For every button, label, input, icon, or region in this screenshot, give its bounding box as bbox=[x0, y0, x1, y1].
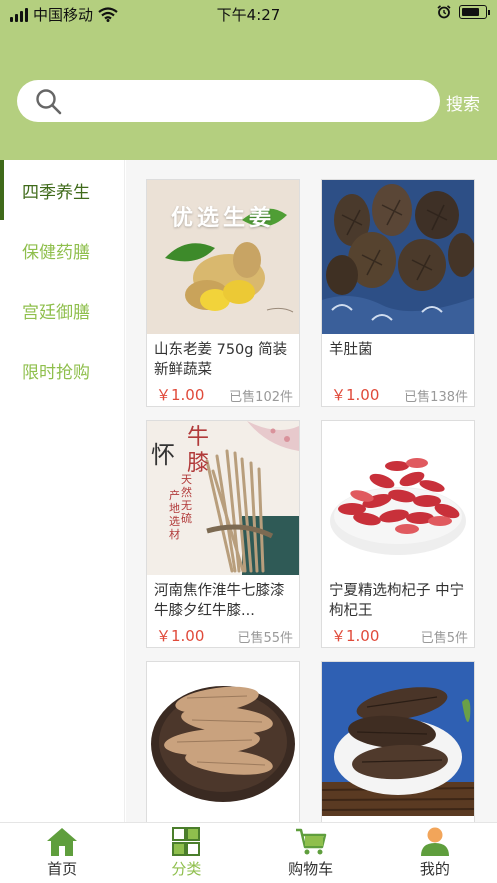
product-name: 羊肚菌 bbox=[329, 342, 373, 358]
product-card[interactable] bbox=[146, 661, 300, 822]
product-image bbox=[322, 662, 474, 816]
search-icon bbox=[36, 89, 62, 115]
product-sold-count: 已售5件 bbox=[420, 631, 468, 646]
battery-level bbox=[462, 8, 479, 16]
home-icon bbox=[47, 828, 78, 856]
sidebar-item-label: 四季养生 bbox=[22, 182, 90, 203]
sidebar-item-health[interactable]: 保健药膳 bbox=[0, 220, 124, 280]
sidebar-item-label: 宫廷御膳 bbox=[22, 302, 90, 323]
goji-berry-image bbox=[322, 421, 474, 575]
alarm-icon bbox=[437, 5, 451, 19]
status-right bbox=[437, 5, 490, 19]
category-sidebar: 四季养生 保健药膳 宫廷御膳 限时抢购 bbox=[0, 160, 125, 822]
sidebar-item-palace[interactable]: 宫廷御膳 bbox=[0, 280, 124, 340]
sidebar-item-label: 限时抢购 bbox=[22, 362, 90, 383]
product-price: ￥1.00 bbox=[156, 386, 205, 404]
product-sold-count: 已售138件 bbox=[404, 390, 468, 405]
product-price: ￥1.00 bbox=[156, 627, 205, 645]
product-sold-count: 已售55件 bbox=[237, 631, 293, 646]
product-card[interactable]: 宁夏精选枸杞子 中宁枸杞王 ￥1.00 已售5件 bbox=[321, 420, 475, 648]
clock-label: 下午4:27 bbox=[216, 6, 281, 24]
header: 搜索 bbox=[0, 28, 497, 160]
tab-home[interactable]: 首页 bbox=[0, 823, 124, 883]
product-image-caption: 优选生姜 bbox=[170, 206, 275, 231]
product-image bbox=[322, 180, 474, 334]
product-image-caption-huai: 怀 bbox=[151, 441, 175, 469]
tab-label: 购物车 bbox=[288, 860, 334, 878]
tab-label: 首页 bbox=[47, 860, 78, 878]
user-icon bbox=[420, 827, 449, 856]
search-button[interactable]: 搜索 bbox=[446, 90, 480, 115]
product-card[interactable] bbox=[321, 661, 475, 822]
sidebar-item-flash-sale[interactable]: 限时抢购 bbox=[0, 340, 124, 400]
product-image bbox=[322, 421, 474, 575]
sidebar-item-label: 保健药膳 bbox=[22, 242, 90, 263]
battery-icon bbox=[459, 5, 490, 19]
product-card[interactable]: 羊肚菌 ￥1.00 已售138件 bbox=[321, 179, 475, 407]
status-bar: 中国移动 下午4:27 bbox=[0, 0, 497, 28]
tab-cart[interactable]: 购物车 bbox=[249, 823, 373, 883]
product-price: ￥1.00 bbox=[331, 386, 380, 404]
product-card[interactable]: 怀 牛膝 产地选材 天然无硫 河南焦作淮牛七膝漆牛膝夕红牛膝... ￥1.00 … bbox=[146, 420, 300, 648]
tab-label: 分类 bbox=[171, 860, 202, 878]
product-name: 山东老姜 750g 简装 新鲜蔬菜 bbox=[154, 342, 288, 378]
dried-root-image bbox=[147, 662, 299, 816]
product-sold-count: 已售102件 bbox=[229, 390, 293, 405]
product-card[interactable]: 优选生姜 山东老姜 750g 简装 新鲜蔬菜 ￥1.00 已售102件 bbox=[146, 179, 300, 407]
product-image: 优选生姜 bbox=[147, 180, 299, 334]
product-grid: 优选生姜 山东老姜 750g 简装 新鲜蔬菜 ￥1.00 已售102件 羊肚菌 … bbox=[126, 160, 497, 822]
dried-root-plate-image bbox=[322, 662, 474, 816]
product-image: 怀 牛膝 产地选材 天然无硫 bbox=[147, 421, 299, 575]
product-name: 河南焦作淮牛七膝漆牛膝夕红牛膝... bbox=[154, 583, 285, 619]
cart-icon bbox=[295, 828, 326, 855]
tab-label: 我的 bbox=[419, 860, 450, 878]
product-price: ￥1.00 bbox=[331, 627, 380, 645]
category-icon bbox=[172, 827, 201, 856]
bottom-tab-bar: 首页 分类 购物车 我的 bbox=[0, 822, 497, 883]
product-image bbox=[147, 662, 299, 816]
product-image-caption-natural: 天然无硫 bbox=[181, 473, 192, 525]
tab-category[interactable]: 分类 bbox=[124, 823, 248, 883]
sidebar-item-seasonal[interactable]: 四季养生 bbox=[0, 160, 124, 220]
tab-profile[interactable]: 我的 bbox=[373, 823, 497, 883]
search-input[interactable] bbox=[17, 80, 440, 122]
product-image-caption-niuxi: 牛膝 bbox=[187, 425, 210, 476]
product-name: 宁夏精选枸杞子 中宁枸杞王 bbox=[329, 583, 465, 619]
morel-mushroom-image bbox=[322, 180, 474, 334]
